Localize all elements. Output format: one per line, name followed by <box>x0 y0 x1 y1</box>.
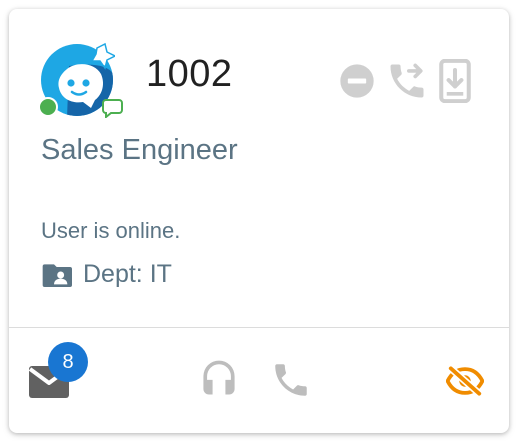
job-title: Sales Engineer <box>41 134 238 166</box>
divider <box>9 327 509 328</box>
department: Dept: IT <box>42 260 172 289</box>
do-not-disturb-button[interactable] <box>335 59 379 103</box>
mobile-transfer-button[interactable] <box>435 59 475 103</box>
voicemail-count-badge: 8 <box>48 342 88 382</box>
contact-folder-icon <box>42 263 72 287</box>
phone-icon[interactable] <box>270 359 312 401</box>
call-forward-icon <box>390 63 424 98</box>
chat-icon[interactable] <box>101 98 123 118</box>
do-not-disturb-icon <box>340 64 374 98</box>
user-card: 1002 Sales Engineer User is online. Dept… <box>9 9 509 433</box>
presence-status-indicator <box>38 97 58 117</box>
mobile-download-icon <box>439 59 471 103</box>
presence-status-text: User is online. <box>41 218 181 243</box>
headset-icon[interactable] <box>197 356 241 400</box>
top-action-bar <box>335 59 475 103</box>
eye-off-icon[interactable] <box>446 366 484 396</box>
extension-number: 1002 <box>146 53 233 95</box>
call-forward-button[interactable] <box>383 59 431 103</box>
department-label: Dept: IT <box>83 260 172 288</box>
avatar-container[interactable] <box>38 42 123 122</box>
